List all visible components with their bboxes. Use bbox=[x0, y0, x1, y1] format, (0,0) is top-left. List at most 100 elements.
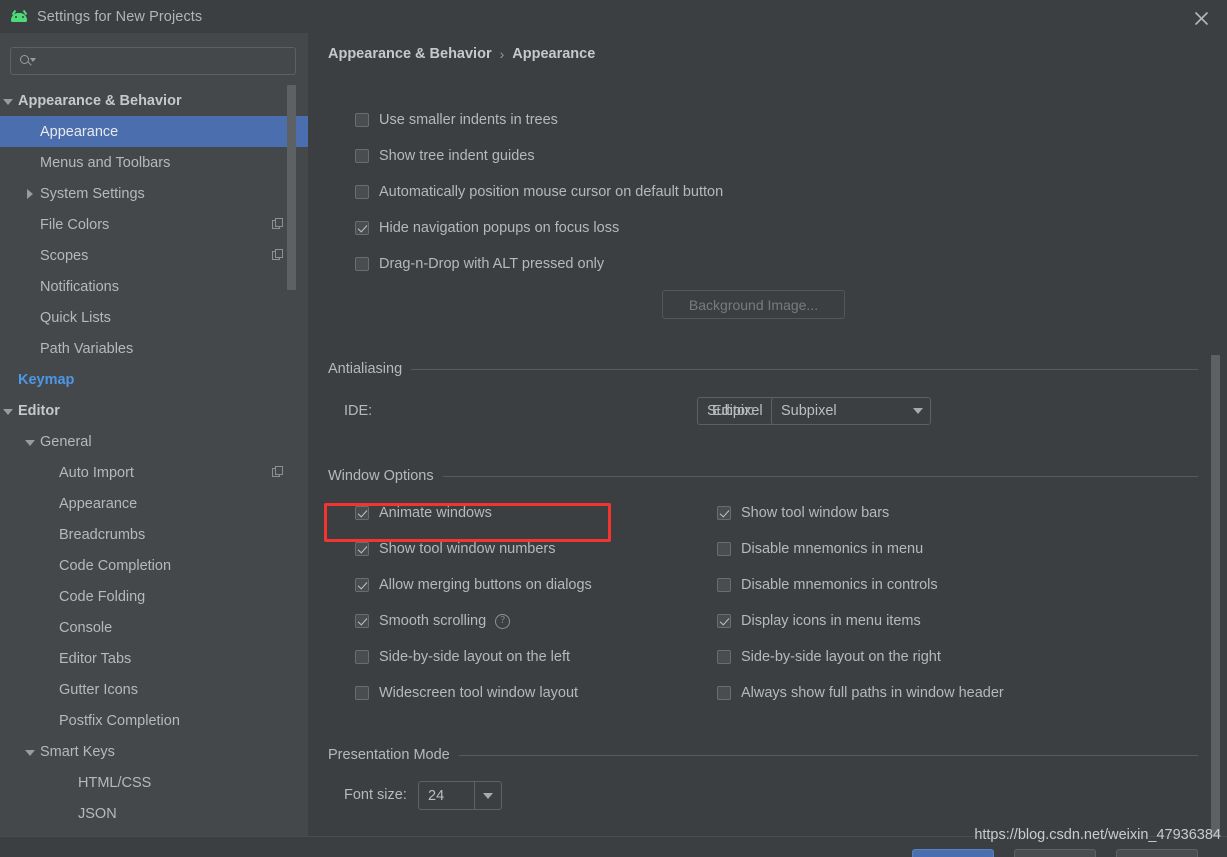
sidebar-item-appearance-behavior[interactable]: Appearance & Behavior bbox=[0, 85, 308, 116]
sidebar-item-code-completion[interactable]: Code Completion bbox=[0, 550, 308, 581]
background-image-button[interactable]: Background Image... bbox=[662, 290, 845, 319]
chevron-down-icon[interactable] bbox=[0, 403, 16, 419]
window-option-widescreen-tool-window-layout[interactable]: Widescreen tool window layout bbox=[355, 685, 578, 701]
font-size-value[interactable]: 24 bbox=[419, 782, 475, 809]
window-option-disable-mnemonics-in-controls[interactable]: Disable mnemonics in controls bbox=[717, 577, 938, 593]
sidebar-item-code-folding[interactable]: Code Folding bbox=[0, 581, 308, 612]
sidebar-item-label: Quick Lists bbox=[40, 309, 111, 326]
checkbox-label: Display icons in menu items bbox=[741, 613, 921, 629]
checkbox-label: Use smaller indents in trees bbox=[379, 112, 558, 128]
sidebar-item-scopes[interactable]: Scopes bbox=[0, 240, 308, 271]
window-option-always-show-full-paths-in-window-header[interactable]: Always show full paths in window header bbox=[717, 685, 1004, 701]
sidebar-item-json[interactable]: JSON bbox=[0, 798, 308, 829]
window-option-show-tool-window-numbers[interactable]: Show tool window numbers bbox=[355, 541, 556, 557]
sidebar-item-html-css[interactable]: HTML/CSS bbox=[0, 767, 308, 798]
window-option-show-tool-window-bars[interactable]: Show tool window bars bbox=[717, 505, 889, 521]
font-size-stepper[interactable]: 24 bbox=[418, 781, 502, 810]
window-option-smooth-scrolling[interactable]: Smooth scrolling? bbox=[355, 613, 511, 629]
sidebar-item-path-variables[interactable]: Path Variables bbox=[0, 333, 308, 364]
apply-button[interactable] bbox=[1116, 849, 1198, 857]
help-icon[interactable]: ? bbox=[495, 613, 511, 629]
sidebar-item-keymap[interactable]: Keymap bbox=[0, 364, 308, 395]
checkbox-checked[interactable] bbox=[355, 542, 369, 556]
window-option-side-by-side-layout-on-the-right[interactable]: Side-by-side layout on the right bbox=[717, 649, 941, 665]
checkbox-checked[interactable] bbox=[355, 614, 369, 628]
option-show-tree-indent-guides[interactable]: Show tree indent guides bbox=[355, 148, 535, 164]
checkbox-unchecked[interactable] bbox=[355, 686, 369, 700]
sidebar-item-auto-import[interactable]: Auto Import bbox=[0, 457, 308, 488]
section-divider bbox=[411, 368, 1198, 370]
sidebar-item-label: System Settings bbox=[40, 185, 145, 202]
sidebar-item-label: Appearance bbox=[59, 495, 138, 512]
breadcrumb-separator-icon: › bbox=[499, 46, 505, 62]
ok-button[interactable] bbox=[912, 849, 994, 857]
sidebar-item-label: File Colors bbox=[40, 216, 110, 233]
checkbox-label: Hide navigation popups on focus loss bbox=[379, 220, 620, 236]
sidebar-item-console[interactable]: Console bbox=[0, 612, 308, 643]
chevron-down-icon[interactable] bbox=[22, 434, 38, 450]
checkbox-checked[interactable] bbox=[355, 221, 369, 235]
content-scrollbar-thumb[interactable] bbox=[1211, 355, 1220, 836]
checkbox-unchecked[interactable] bbox=[717, 542, 731, 556]
window-option-animate-windows[interactable]: Animate windows bbox=[355, 505, 492, 521]
window-option-side-by-side-layout-on-the-left[interactable]: Side-by-side layout on the left bbox=[355, 649, 570, 665]
cancel-button[interactable] bbox=[1014, 849, 1096, 857]
sidebar-item-gutter-icons[interactable]: Gutter Icons bbox=[0, 674, 308, 705]
settings-sidebar: Appearance & Behavior Appearance Menus and… bbox=[0, 33, 308, 836]
copy-icon[interactable] bbox=[272, 466, 284, 478]
chevron-down-icon[interactable] bbox=[475, 782, 501, 809]
breadcrumb-root[interactable]: Appearance & Behavior bbox=[328, 46, 492, 62]
sidebar-item-breadcrumbs[interactable]: Breadcrumbs bbox=[0, 519, 308, 550]
chevron-down-icon[interactable] bbox=[0, 93, 16, 109]
checkbox-checked[interactable] bbox=[355, 506, 369, 520]
checkbox-unchecked[interactable] bbox=[355, 149, 369, 163]
copy-icon[interactable] bbox=[272, 249, 284, 261]
sidebar-item-general[interactable]: General bbox=[0, 426, 308, 457]
sidebar-item-smart-keys[interactable]: Smart Keys bbox=[0, 736, 308, 767]
option-drag-n-drop-with-alt-pressed-only[interactable]: Drag-n-Drop with ALT pressed only bbox=[355, 256, 604, 272]
option-automatically-position-mouse-cursor-on-default-button[interactable]: Automatically position mouse cursor on d… bbox=[355, 184, 723, 200]
checkbox-checked[interactable] bbox=[717, 614, 731, 628]
window-option-display-icons-in-menu-items[interactable]: Display icons in menu items bbox=[717, 613, 921, 629]
sidebar-scrollbar-track[interactable] bbox=[287, 85, 302, 836]
sidebar-item-editor[interactable]: Editor bbox=[0, 395, 308, 426]
checkbox-checked[interactable] bbox=[355, 578, 369, 592]
window-option-allow-merging-buttons-on-dialogs[interactable]: Allow merging buttons on dialogs bbox=[355, 577, 592, 593]
checkbox-unchecked[interactable] bbox=[717, 686, 731, 700]
settings-tree[interactable]: Appearance & Behavior Appearance Menus and… bbox=[0, 85, 308, 836]
checkbox-unchecked[interactable] bbox=[355, 257, 369, 271]
checkbox-unchecked[interactable] bbox=[717, 578, 731, 592]
checkbox-unchecked[interactable] bbox=[355, 650, 369, 664]
close-icon[interactable] bbox=[1189, 6, 1213, 30]
sidebar-item-file-colors[interactable]: File Colors bbox=[0, 209, 308, 240]
sidebar-item-quick-lists[interactable]: Quick Lists bbox=[0, 302, 308, 333]
copy-icon[interactable] bbox=[272, 218, 284, 230]
sidebar-item-label: Breadcrumbs bbox=[59, 526, 146, 543]
sidebar-item-notifications[interactable]: Notifications bbox=[0, 271, 308, 302]
checkbox-unchecked[interactable] bbox=[717, 650, 731, 664]
option-hide-navigation-popups-on-focus-loss[interactable]: Hide navigation popups on focus loss bbox=[355, 220, 619, 236]
checkbox-unchecked[interactable] bbox=[355, 185, 369, 199]
sidebar-item-menus-and-toolbars[interactable]: Menus and Toolbars bbox=[0, 147, 308, 178]
search-input[interactable] bbox=[36, 53, 295, 69]
sidebar-item-editor-tabs[interactable]: Editor Tabs bbox=[0, 643, 308, 674]
chevron-right-icon[interactable] bbox=[22, 186, 38, 202]
editor-antialiasing-select[interactable]: Subpixel bbox=[771, 397, 931, 425]
search-box[interactable] bbox=[10, 47, 296, 75]
chevron-down-icon[interactable] bbox=[22, 744, 38, 760]
option-use-smaller-indents-in-trees[interactable]: Use smaller indents in trees bbox=[355, 112, 558, 128]
sidebar-scrollbar-thumb[interactable] bbox=[287, 85, 296, 290]
sidebar-item-postfix-completion[interactable]: Postfix Completion bbox=[0, 705, 308, 736]
sidebar-item-appearance[interactable]: Appearance bbox=[0, 488, 308, 519]
dialog-bottom-bar: https://blog.csdn.net/weixin_47936384 bbox=[0, 827, 1227, 857]
checkbox-checked[interactable] bbox=[717, 506, 731, 520]
sidebar-item-system-settings[interactable]: System Settings bbox=[0, 178, 308, 209]
checkbox-unchecked[interactable] bbox=[355, 113, 369, 127]
sidebar-item-appearance[interactable]: Appearance bbox=[0, 116, 308, 147]
window-option-disable-mnemonics-in-menu[interactable]: Disable mnemonics in menu bbox=[717, 541, 923, 557]
